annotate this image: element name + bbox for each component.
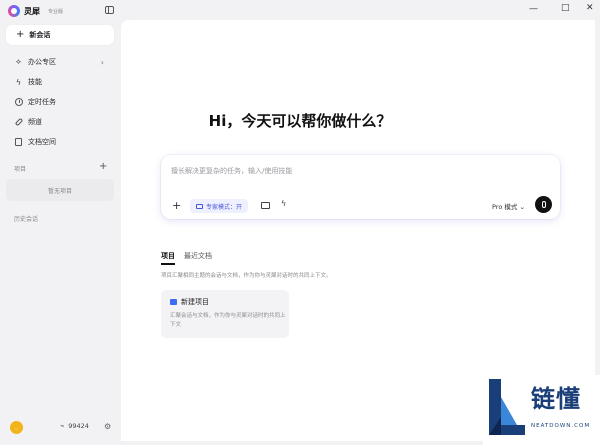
avatar[interactable]: ◡ [10, 421, 23, 434]
new-chat-button[interactable]: + 新会话 [6, 25, 114, 45]
new-project-label: 新建项目 [181, 298, 209, 306]
history-section-label: 历史会话 [14, 216, 39, 223]
watermark-logo: 链懂 NEATDOWN.COM [483, 375, 600, 445]
maximize-icon[interactable]: □ [561, 4, 570, 13]
folder-icon [170, 299, 177, 305]
new-project-title: 新建项目 [170, 297, 209, 307]
sidebar-item-label: 文档空间 [28, 138, 56, 146]
brand: 灵犀 专业版 [8, 4, 63, 18]
new-chat-label: 新会话 [29, 31, 51, 39]
chevron-right-icon: › [100, 57, 104, 67]
prompt-input[interactable]: 擅长解决更复杂的任务，输入/使用技能 [171, 166, 292, 176]
close-icon[interactable]: ✕ [586, 4, 594, 13]
add-project-icon[interactable]: + [99, 162, 107, 172]
plus-icon: + [16, 29, 25, 40]
watermark-name: 链懂 [531, 385, 581, 413]
new-project-description: 汇聚会话与文档，作为你与灵犀对话时的共同上下文 [170, 313, 286, 328]
tab-description: 项目汇聚相同主题的会话与文档，作为你与灵犀对话时的共同上下文。 [161, 273, 332, 279]
sidebar-toggle-icon[interactable] [105, 6, 114, 14]
points-counter[interactable]: ⌁ 99424 [60, 422, 89, 430]
microphone-button[interactable] [535, 196, 552, 213]
tag-icon: ⌁ [60, 422, 65, 430]
minimize-icon[interactable]: — [529, 5, 538, 14]
document-icon [15, 138, 22, 146]
sidebar-item-label: 定时任务 [28, 98, 56, 106]
app-logo-icon [8, 5, 20, 17]
app-name: 灵犀 [24, 6, 40, 16]
sidebar: 灵犀 专业版 + 新会话 ⟡ 办公专区 › ϟ 技能 定时任务 频道 文档空间 … [0, 0, 121, 445]
screen-share-icon[interactable] [261, 202, 270, 209]
watermark-sub: NEATDOWN.COM [531, 423, 591, 429]
monitor-icon [196, 203, 203, 209]
gear-icon[interactable]: ⚙ [104, 422, 111, 431]
lightning-icon[interactable]: ϟ [281, 199, 286, 208]
active-tab-indicator [161, 263, 175, 265]
sidebar-item-scheduled-tasks[interactable]: 定时任务 [14, 95, 114, 109]
sidebar-item-office[interactable]: ⟡ 办公专区 › [14, 55, 114, 69]
app-tier-badge: 专业版 [48, 8, 64, 15]
projects-section-label: 项目 [14, 166, 27, 173]
sidebar-item-label: 办公专区 [28, 58, 56, 66]
chevron-down-icon: ⌄ [519, 203, 525, 211]
pro-mode-dropdown[interactable]: Pro 模式 ⌄ [492, 201, 525, 211]
projects-empty-text: 暂无项目 [47, 187, 72, 195]
expert-mode-toggle[interactable]: 专家模式：开 [190, 199, 249, 213]
page-title: Hi，今天可以帮你做什么？ [208, 112, 392, 130]
watermark-l-icon [489, 379, 525, 435]
microphone-icon [541, 201, 546, 208]
lightning-icon: ϟ [15, 77, 22, 87]
tab-recent-docs[interactable]: 最近文档 [184, 251, 212, 261]
tab-projects[interactable]: 项目 [161, 251, 175, 261]
clock-icon [14, 98, 23, 106]
projects-empty-state: 暂无项目 [6, 179, 114, 201]
add-attachment-icon[interactable]: + [172, 200, 181, 211]
points-value: 99424 [68, 422, 89, 430]
prompt-input-card[interactable]: 擅长解决更复杂的任务，输入/使用技能 + 专家模式：开 ϟ Pro 模式 ⌄ [161, 155, 560, 219]
new-project-card[interactable]: 新建项目 汇聚会话与文档，作为你与灵犀对话时的共同上下文 [161, 290, 289, 338]
sidebar-item-label: 技能 [28, 78, 42, 86]
pro-mode-label: Pro 模式 [492, 203, 518, 211]
sidebar-item-skills[interactable]: ϟ 技能 [14, 75, 114, 89]
sidebar-item-doc-space[interactable]: 文档空间 [14, 135, 114, 149]
expert-mode-label: 专家模式：开 [206, 203, 243, 211]
office-icon: ⟡ [15, 57, 22, 66]
